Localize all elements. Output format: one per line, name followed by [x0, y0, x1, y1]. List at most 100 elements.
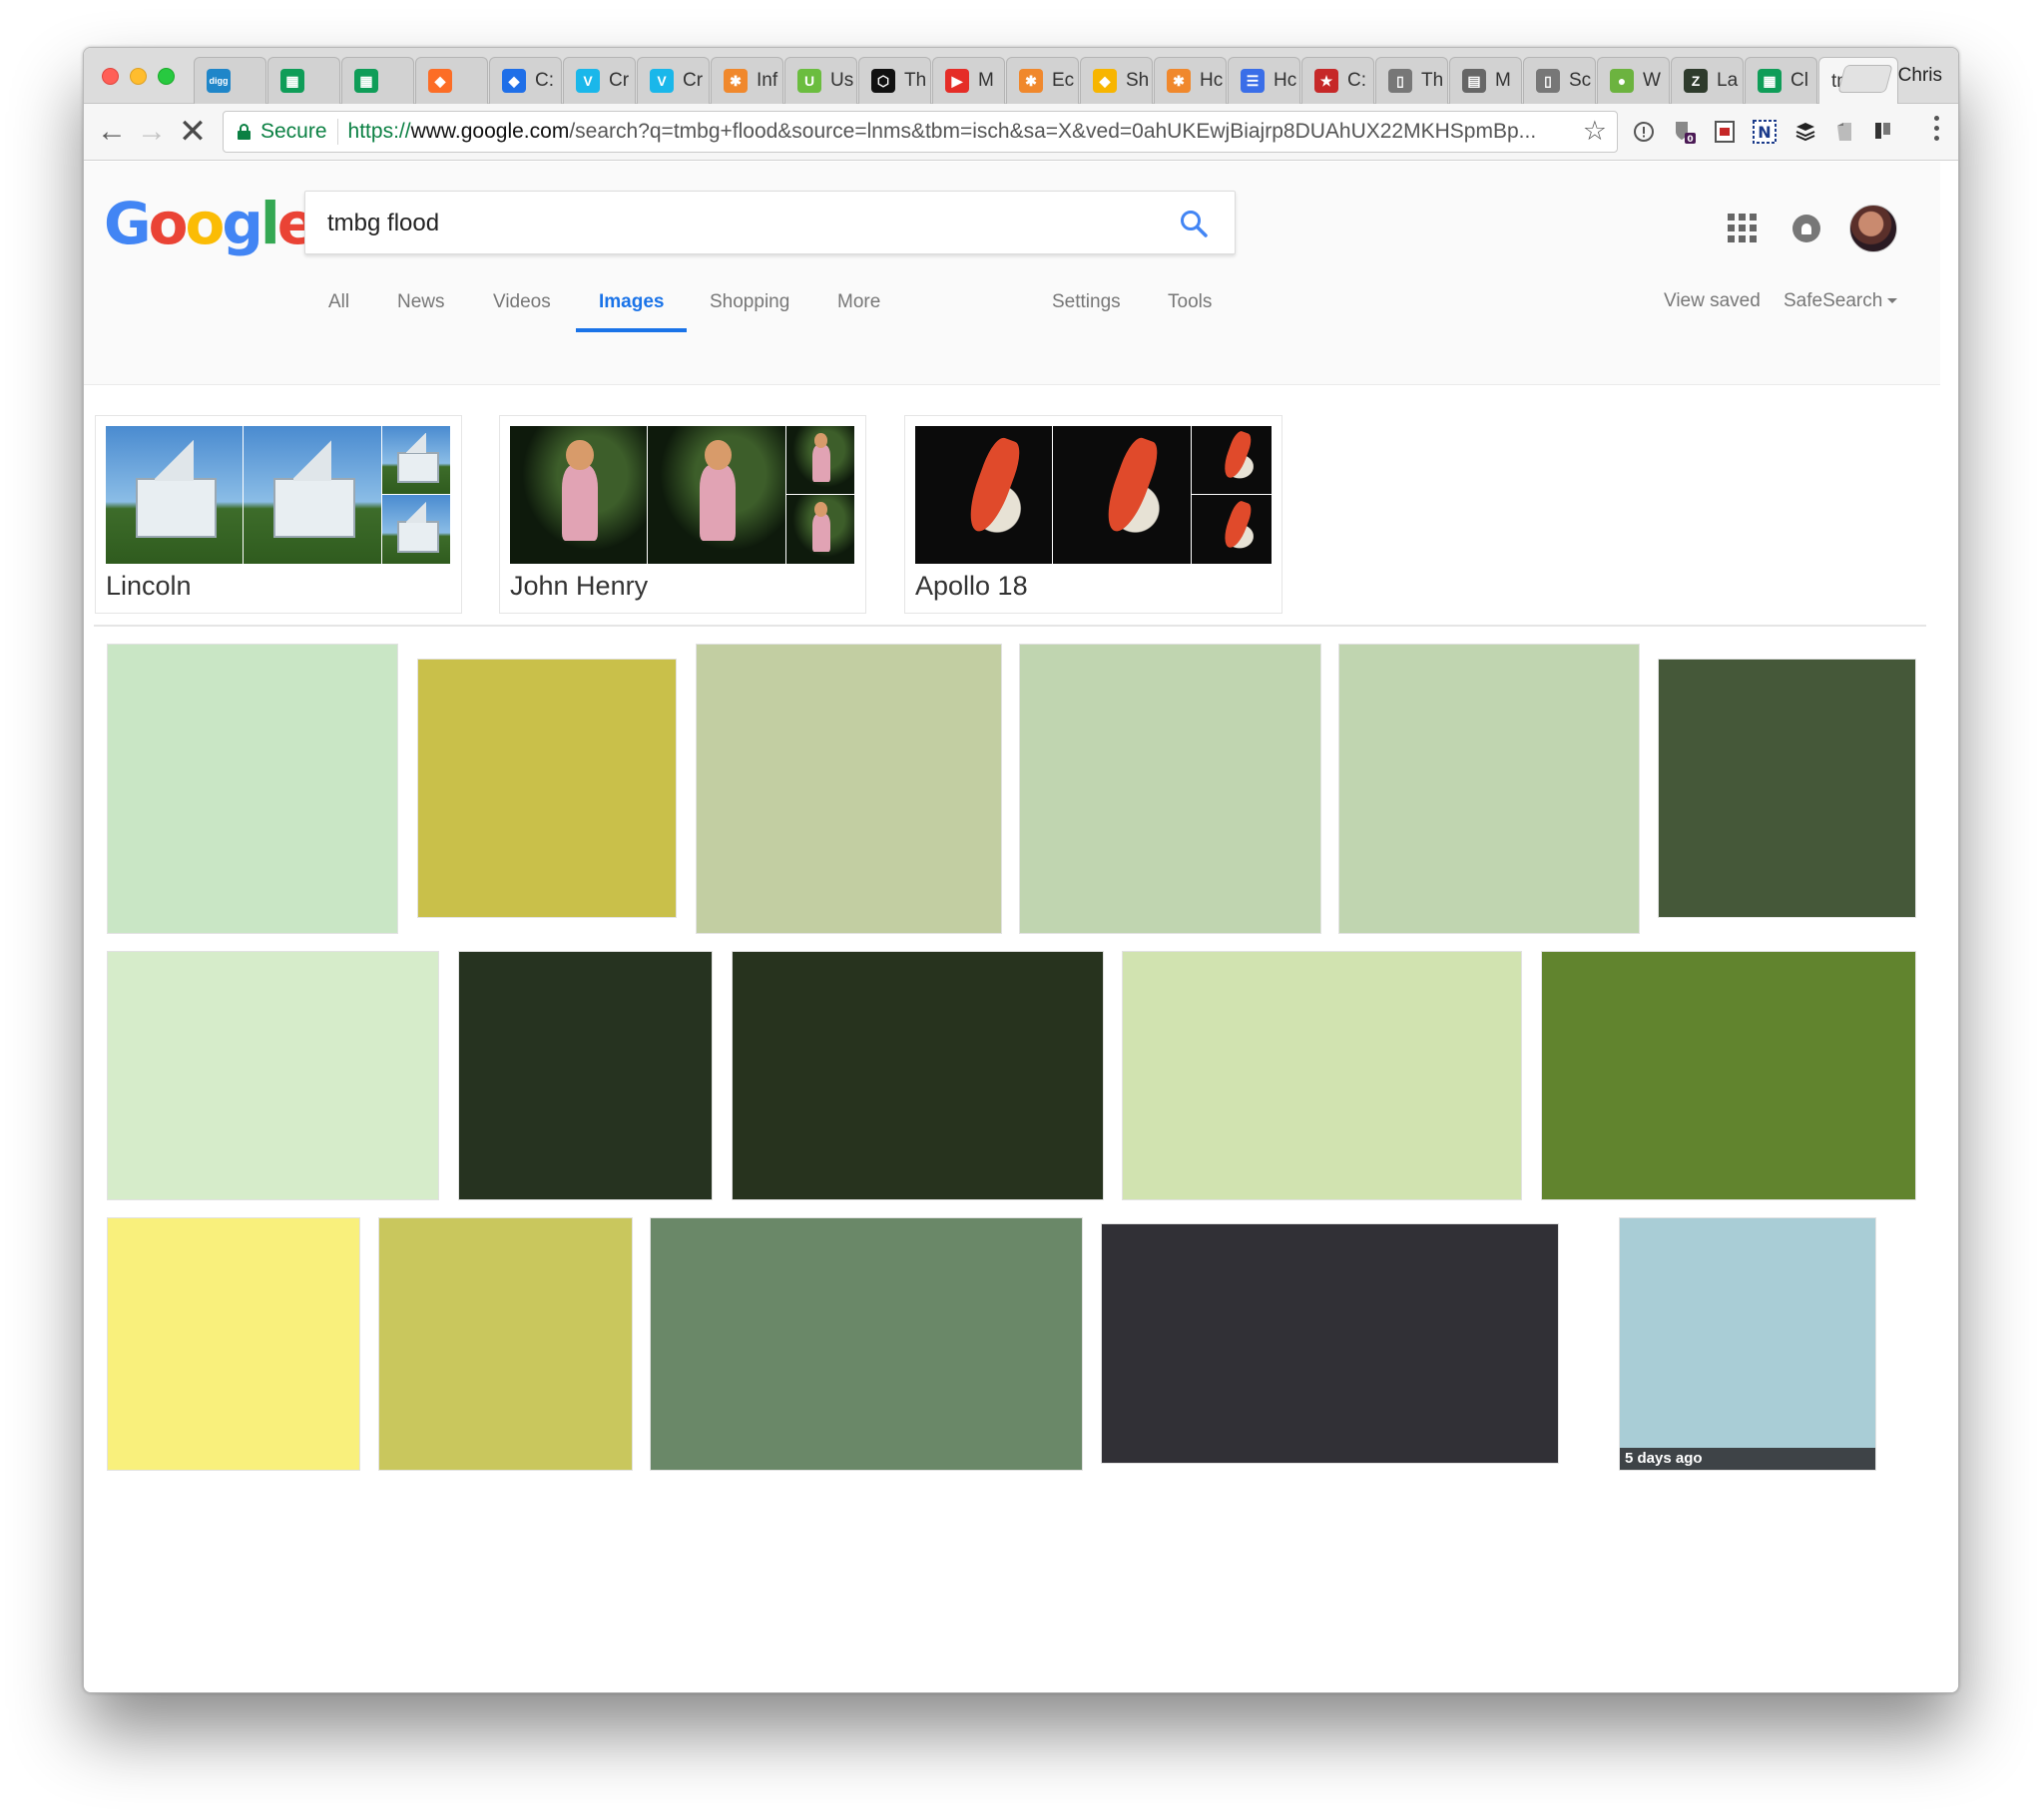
tab-title: Ec	[1052, 70, 1075, 91]
browser-tab[interactable]: ▤ M	[1449, 57, 1522, 104]
pdf-icon[interactable]	[1712, 119, 1738, 145]
search-input[interactable]	[327, 210, 1126, 237]
browser-tab[interactable]: V Cr	[563, 57, 636, 104]
view-saved-link[interactable]: View saved	[1664, 290, 1761, 312]
image-result[interactable]	[1019, 644, 1321, 934]
browser-tab[interactable]: digg	[194, 57, 266, 104]
browser-tab[interactable]: ▦	[267, 57, 340, 104]
google-logo[interactable]: Google	[104, 190, 316, 257]
tab-shopping[interactable]: Shopping	[710, 291, 789, 313]
tab-all[interactable]: All	[328, 291, 349, 313]
image-result[interactable]	[696, 644, 1002, 934]
related-search-card[interactable]: John Henry	[499, 415, 866, 614]
browser-tab[interactable]: ▯ Th	[1375, 57, 1448, 104]
image-result[interactable]	[1658, 659, 1916, 918]
browser-window: digg ▦ ▦ ◆ ◆ C: V Cr V Cr ✱ Inf U Us ⬡ Th ▶ M ✱ Ec ◆ Sh ✱ Hc ☰ Hc…	[83, 47, 1959, 1693]
window-minimize-button[interactable]	[130, 68, 147, 85]
evernote-icon[interactable]	[1832, 119, 1858, 145]
related-label: Lincoln	[106, 571, 192, 601]
image-result[interactable]	[107, 1217, 360, 1471]
browser-tab[interactable]: ▦	[341, 57, 414, 104]
browser-tab[interactable]: ✱ Inf	[711, 57, 783, 104]
bookmark-star-icon[interactable]: ☆	[1583, 116, 1607, 147]
search-icon[interactable]	[1179, 209, 1209, 238]
image-result[interactable]	[1101, 1223, 1559, 1464]
image-result[interactable]	[107, 951, 439, 1200]
noscript-icon[interactable]: N	[1752, 119, 1778, 145]
browser-tab[interactable]: ☰ Hc	[1228, 57, 1300, 104]
zotero-icon: Z	[1684, 69, 1708, 93]
svg-text:N: N	[1758, 123, 1771, 142]
image-result[interactable]	[378, 1217, 633, 1471]
browser-tab[interactable]: Z La	[1671, 57, 1744, 104]
browser-tab[interactable]: U Us	[784, 57, 857, 104]
browser-tab[interactable]: ◆ Sh	[1080, 57, 1153, 104]
back-button[interactable]: ←	[94, 114, 130, 150]
browser-tab[interactable]: ◆ C:	[489, 57, 562, 104]
new-tab-button[interactable]	[1837, 65, 1893, 93]
apps-grid-icon[interactable]	[1728, 214, 1757, 242]
browser-tab[interactable]: ✱ Hc	[1154, 57, 1227, 104]
related-search-card[interactable]: Lincoln	[95, 415, 462, 614]
browser-tab[interactable]: ★ C:	[1301, 57, 1374, 104]
related-thumbnails	[510, 426, 854, 564]
image-result[interactable]	[107, 644, 398, 934]
info-icon[interactable]	[1631, 119, 1657, 145]
tab-title: Cr	[609, 70, 630, 91]
tab-images[interactable]: Images	[599, 291, 664, 313]
image-result[interactable]: 5 days ago	[1619, 1217, 1876, 1471]
star-icon: ★	[1314, 69, 1338, 93]
notifications-bell-icon[interactable]	[1792, 215, 1820, 242]
buffer-icon[interactable]	[1792, 119, 1818, 145]
image-result[interactable]	[732, 951, 1104, 1200]
sheets-icon: ▦	[1758, 69, 1782, 93]
image-result[interactable]	[1541, 951, 1916, 1200]
url-text[interactable]: https://www.google.com/search?q=tmbg+flo…	[348, 120, 1537, 144]
browser-menu-button[interactable]	[1934, 116, 1940, 141]
related-label: John Henry	[510, 571, 649, 601]
browser-tab[interactable]: ● W	[1597, 57, 1670, 104]
tab-settings[interactable]: Settings	[1052, 291, 1121, 313]
browser-tab[interactable]: ▯ Sc	[1523, 57, 1596, 104]
related-thumbnail-stack	[786, 426, 854, 564]
window-maximize-button[interactable]	[158, 68, 175, 85]
browser-tab[interactable]: V Cr	[637, 57, 710, 104]
safesearch-dropdown[interactable]: SafeSearch	[1784, 290, 1898, 312]
address-bar[interactable]: Secure https://www.google.com/search?q=t…	[223, 111, 1618, 153]
readability-icon[interactable]	[1870, 119, 1896, 145]
related-thumbnail	[244, 426, 381, 564]
browser-tab[interactable]: ▦ Cl	[1745, 57, 1817, 104]
digg-icon: digg	[207, 69, 231, 93]
tab-more[interactable]: More	[837, 291, 880, 313]
image-result[interactable]	[417, 659, 677, 918]
related-thumbnail	[786, 426, 854, 494]
tab-videos[interactable]: Videos	[493, 291, 551, 313]
tab-tools[interactable]: Tools	[1168, 291, 1212, 313]
logo-letter: o	[148, 190, 189, 257]
related-search-card[interactable]: Apollo 18	[904, 415, 1282, 614]
arrow-right-icon: →	[137, 115, 167, 148]
browser-tab[interactable]: ✱ Ec	[1006, 57, 1079, 104]
tab-title: Us	[830, 70, 854, 91]
image-result[interactable]	[1122, 951, 1522, 1200]
vimeo-icon: V	[576, 69, 600, 93]
tab-news[interactable]: News	[397, 291, 445, 313]
stop-loading-button[interactable]: ✕	[175, 113, 211, 151]
window-close-button[interactable]	[102, 68, 119, 85]
image-result[interactable]	[1338, 644, 1640, 934]
tab-title: La	[1717, 70, 1739, 91]
logo-letter: g	[222, 190, 262, 257]
browser-tab[interactable]: ⬡ Th	[858, 57, 931, 104]
image-result[interactable]	[650, 1217, 1083, 1471]
page-content: Google All News Videos Images Shopping	[84, 162, 1958, 1692]
image-result[interactable]	[458, 951, 713, 1200]
related-thumbnail	[382, 495, 450, 564]
profile-name[interactable]: Chris	[1898, 65, 1942, 87]
secure-label: Secure	[260, 120, 327, 143]
ublock-icon[interactable]: 0	[1671, 119, 1697, 145]
browser-tab[interactable]: ◆	[415, 57, 488, 104]
browser-tab[interactable]: ▶ M	[932, 57, 1005, 104]
forward-button[interactable]: →	[134, 114, 170, 150]
document-icon: ▯	[1388, 69, 1412, 93]
avatar[interactable]	[1849, 205, 1897, 252]
